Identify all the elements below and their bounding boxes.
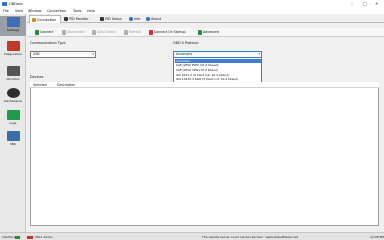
- menu-connection[interactable]: Connection: [47, 9, 66, 13]
- column-header-description[interactable]: Description: [57, 83, 75, 87]
- about-icon: [145, 16, 150, 22]
- vehicle-indicator-icon: [27, 235, 33, 239]
- tab-about[interactable]: About: [144, 15, 166, 23]
- auto-detect-button[interactable]: Auto Detect: [91, 29, 121, 36]
- sidebar-item-monitors[interactable]: Monitors: [0, 65, 26, 85]
- settings-icon: [6, 17, 20, 27]
- title-bar: OBDwiz – □ ✕: [0, 0, 384, 8]
- tab-pid-setup[interactable]: PID Setup: [98, 15, 126, 23]
- connect-on-startup-button[interactable]: Connect On Startup: [148, 29, 194, 36]
- sidebar-item-label: Monitors: [6, 77, 20, 81]
- interface-label: Interface: [2, 235, 16, 239]
- button-label: Advanced: [203, 30, 219, 35]
- close-button[interactable]: ✕: [375, 1, 378, 6]
- menu-window[interactable]: Window: [28, 9, 41, 13]
- button-label: Connect On Startup: [154, 30, 186, 35]
- button-label: Auto Detect: [97, 30, 117, 35]
- devices-table-header: Selected Description: [30, 82, 379, 88]
- dashboards-icon: [6, 88, 20, 98]
- devices-table[interactable]: [30, 82, 379, 226]
- app-logo-icon: [2, 1, 7, 7]
- logs-icon: [6, 110, 20, 120]
- communication-type-value: USB: [33, 51, 40, 56]
- maximize-button[interactable]: □: [363, 1, 367, 6]
- button-label: Disconnect: [67, 30, 85, 35]
- sidebar-item-label: SNS: [9, 142, 17, 146]
- pid-monitor-icon: [63, 16, 68, 22]
- menu-tools[interactable]: Tools: [73, 9, 81, 13]
- advanced-icon: [197, 30, 202, 35]
- refresh-icon: [123, 30, 128, 35]
- button-label: Connect: [40, 30, 54, 35]
- disconnect-button[interactable]: Disconnect: [61, 29, 90, 36]
- sidebar-item-label: Diagnostics: [4, 52, 22, 56]
- devices-label: Devices: [30, 75, 44, 79]
- refresh-button[interactable]: Refresh: [123, 29, 147, 36]
- info-icon: [128, 16, 133, 22]
- menu-file[interactable]: File: [3, 9, 9, 13]
- sidebar-item-label: Settings: [6, 28, 20, 32]
- obd-protocol-label: OBD II Protocol: [173, 40, 199, 45]
- monitors-icon: [6, 66, 20, 76]
- menu-help[interactable]: Help: [87, 9, 95, 13]
- status-message: The remote server could not be reached :…: [202, 235, 298, 239]
- tab-info[interactable]: Info: [127, 15, 143, 23]
- communication-type-label: Communication Type: [30, 40, 66, 45]
- pid-setup-icon: [99, 16, 104, 22]
- sidebar-item-label: Logs: [9, 121, 17, 125]
- tab-pid-monitor[interactable]: PID Monitor: [62, 15, 96, 23]
- connect-button[interactable]: Connect: [34, 29, 60, 36]
- obd-protocol-value: Automatic: [176, 51, 193, 56]
- sidebar-item-settings[interactable]: Settings: [0, 16, 26, 36]
- tab-connection[interactable]: Connection: [29, 14, 61, 23]
- communication-type-select[interactable]: USB ▾: [30, 50, 96, 58]
- tab-label: About: [151, 16, 162, 21]
- sidebar: Settings Diagnostics Monitors Dashboards…: [0, 14, 26, 232]
- auto-detect-icon: [91, 30, 96, 35]
- sidebar-item-logs[interactable]: Logs: [0, 109, 26, 129]
- connect-on-startup-icon: [148, 30, 153, 35]
- sidebar-item-diagnostics[interactable]: Diagnostics: [0, 40, 26, 60]
- status-bar: Interface 2011 Demo The remote server co…: [0, 232, 384, 240]
- button-label: Refresh: [129, 30, 142, 35]
- tab-label: PID Monitor: [69, 16, 89, 21]
- connection-icon: [31, 17, 36, 23]
- window-title: OBDwiz: [9, 1, 23, 6]
- sidebar-item-dashboards[interactable]: Dashboards: [0, 87, 26, 107]
- column-header-selected[interactable]: Selected: [33, 83, 47, 87]
- menu-view[interactable]: View: [15, 9, 23, 13]
- sidebar-item-label: Dashboards: [4, 99, 22, 103]
- minimize-button[interactable]: –: [351, 1, 353, 6]
- tab-label: Info: [134, 16, 141, 21]
- chevron-down-icon: ▾: [258, 51, 260, 56]
- status-time: 12:08 PM: [370, 235, 384, 239]
- tab-label: PID Setup: [105, 16, 122, 21]
- vehicle-label: 2011 Demo: [35, 235, 53, 239]
- sidebar-item-sns[interactable]: SNS: [0, 130, 26, 150]
- connect-icon: [34, 30, 39, 35]
- diagnostics-icon: [6, 41, 20, 51]
- chevron-down-icon: ▾: [92, 51, 94, 56]
- advanced-button[interactable]: Advanced: [197, 29, 223, 36]
- tab-label: Connection: [37, 17, 57, 22]
- disconnect-icon: [61, 30, 66, 35]
- sns-icon: [6, 131, 20, 141]
- interface-indicator-icon: [15, 235, 20, 239]
